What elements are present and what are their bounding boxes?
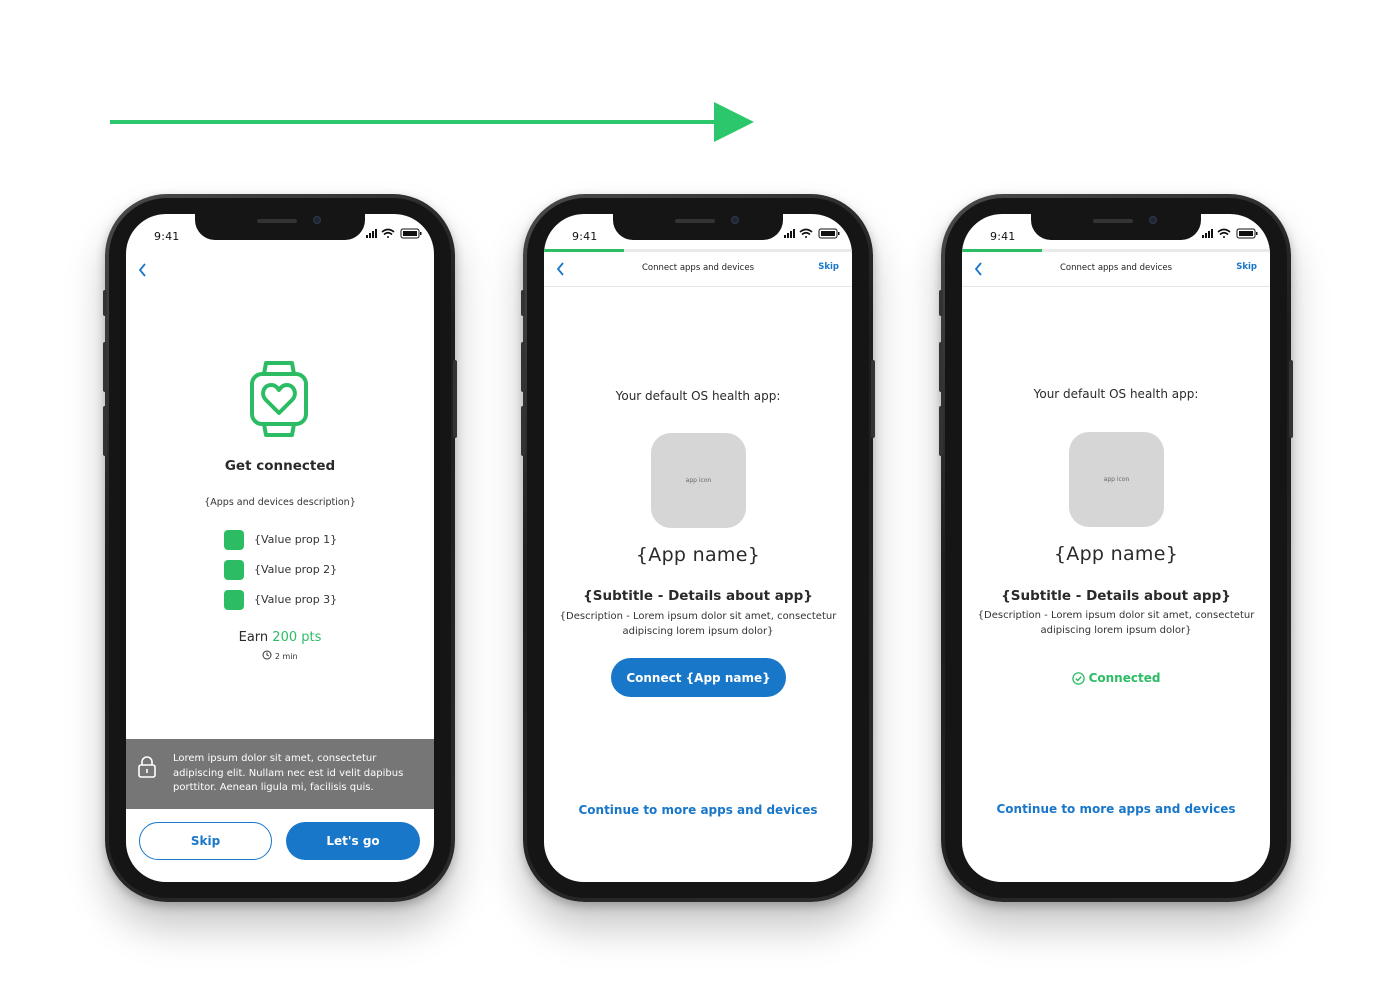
- phone-connect-app: 9:41 Connect apps and devices Skip Your …: [521, 194, 875, 902]
- power-button: [453, 360, 457, 438]
- skip-button[interactable]: Skip: [139, 822, 272, 860]
- continue-link[interactable]: Continue to more apps and devices: [544, 803, 852, 817]
- status-time: 9:41: [990, 230, 1016, 243]
- battery-icon: [1236, 228, 1258, 239]
- value-prop-label: {Value prop 1}: [254, 533, 338, 546]
- screen: 9:41 Get connected {Apps and devices des…: [126, 214, 434, 882]
- flow-arrow: [110, 102, 754, 142]
- section-label: Your default OS health app:: [1033, 387, 1199, 401]
- volume-up-button: [103, 342, 107, 392]
- volume-down-button: [939, 406, 943, 456]
- volume-up-button: [521, 342, 525, 392]
- notch: [613, 214, 783, 240]
- app-name: {App name}: [635, 544, 761, 566]
- continue-link[interactable]: Continue to more apps and devices: [962, 802, 1270, 816]
- check-square-icon: [224, 560, 244, 580]
- app-description: {Description - Lorem ipsum dolor sit ame…: [977, 610, 1255, 636]
- nav-bar: Connect apps and devices Skip: [962, 252, 1270, 287]
- connect-app-button[interactable]: Connect {App name}: [611, 658, 786, 697]
- app-subtitle: {Subtitle - Details about app}: [583, 588, 813, 604]
- mute-switch: [521, 290, 525, 316]
- wifi-icon: [381, 228, 395, 238]
- page-title: Get connected: [224, 458, 336, 474]
- smartwatch-heart-icon: [250, 361, 308, 437]
- power-button: [871, 360, 875, 438]
- nav-title: Connect apps and devices: [641, 263, 755, 273]
- section-label: Your default OS health app:: [615, 389, 781, 403]
- clock-icon: [262, 650, 272, 660]
- phone-get-connected: 9:41 Get connected {Apps and devices des…: [103, 194, 457, 902]
- status-time: 9:41: [572, 230, 598, 243]
- lets-go-button[interactable]: Let's go: [286, 822, 420, 860]
- volume-down-button: [103, 406, 107, 456]
- mute-switch: [939, 290, 943, 316]
- volume-up-button: [939, 342, 943, 392]
- app-icon-placeholder: app icon: [651, 433, 746, 528]
- nav-bar: Connect apps and devices Skip: [544, 252, 852, 287]
- status-icons: [366, 228, 422, 239]
- check-circle-icon: [1071, 671, 1085, 685]
- connected-label: Connected: [1088, 671, 1161, 685]
- skip-link[interactable]: Skip: [1236, 262, 1257, 272]
- screen: 9:41 Connect apps and devices Skip Your …: [544, 214, 852, 882]
- battery-icon: [818, 228, 840, 239]
- power-button: [1289, 360, 1293, 438]
- phone-connected: 9:41 Connect apps and devices Skip Your …: [939, 194, 1293, 902]
- signal-icon: [784, 229, 795, 238]
- status-icons: [784, 228, 840, 239]
- app-name: {App name}: [1053, 543, 1179, 565]
- check-square-icon: [224, 590, 244, 610]
- mute-switch: [103, 290, 107, 316]
- status-icons: [1202, 228, 1258, 239]
- description: {Apps and devices description}: [204, 497, 356, 508]
- earn-points: Earn 200 pts: [126, 630, 434, 645]
- value-prop-label: {Value prop 2}: [254, 563, 338, 576]
- earn-points-value: 200 pts: [272, 630, 322, 645]
- lock-icon: [138, 756, 156, 778]
- app-description: {Description - Lorem ipsum dolor sit ame…: [559, 611, 837, 637]
- signal-icon: [366, 229, 377, 238]
- time-estimate-label: 2 min: [274, 652, 298, 661]
- battery-icon: [400, 228, 422, 239]
- time-estimate: 2 min: [126, 650, 434, 661]
- value-prop-label: {Value prop 3}: [254, 593, 338, 606]
- skip-link[interactable]: Skip: [818, 262, 839, 272]
- privacy-text: Lorem ipsum dolor sit amet, consectetur …: [173, 753, 404, 793]
- check-square-icon: [224, 530, 244, 550]
- signal-icon: [1202, 229, 1213, 238]
- screen: 9:41 Connect apps and devices Skip Your …: [962, 214, 1270, 882]
- notch: [195, 214, 365, 240]
- volume-down-button: [521, 406, 525, 456]
- app-subtitle: {Subtitle - Details about app}: [1001, 588, 1231, 604]
- notch: [1031, 214, 1201, 240]
- wifi-icon: [1217, 228, 1231, 238]
- nav-title: Connect apps and devices: [1059, 263, 1173, 273]
- status-time: 9:41: [154, 230, 180, 243]
- connected-status: Connected: [962, 671, 1270, 685]
- wifi-icon: [799, 228, 813, 238]
- back-chevron-icon[interactable]: [136, 261, 150, 279]
- privacy-banner: Lorem ipsum dolor sit amet, consectetur …: [126, 739, 434, 809]
- earn-prefix: Earn: [238, 630, 269, 645]
- app-icon-placeholder: app icon: [1069, 432, 1164, 527]
